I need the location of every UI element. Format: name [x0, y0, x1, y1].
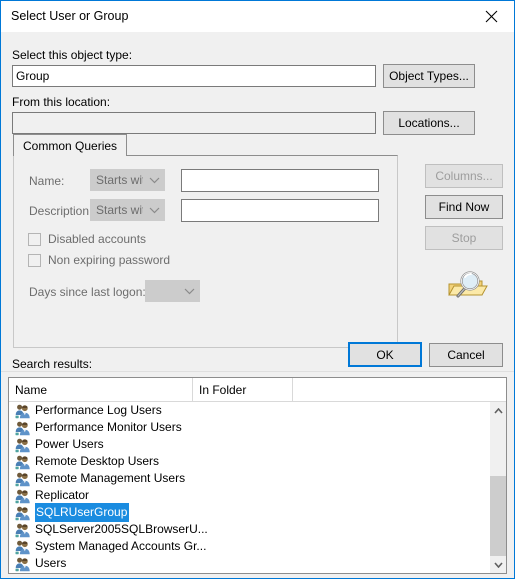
- select-user-or-group-dialog: Select User or Group Select this object …: [0, 0, 515, 579]
- table-row[interactable]: Performance Monitor Users: [9, 419, 461, 436]
- search-results-label: Search results:: [12, 357, 93, 371]
- group-users-icon: [15, 556, 31, 572]
- chevron-down-icon: [178, 288, 200, 295]
- list-rows: Performance Log Users Performance Monitor…: [9, 402, 461, 573]
- column-header-filler: [293, 378, 461, 401]
- days-since-logon-combo[interactable]: [145, 280, 200, 302]
- description-condition-value: Starts with: [96, 203, 143, 217]
- group-users-icon: [15, 471, 31, 487]
- table-row[interactable]: SQLServer2005SQLBrowserU...: [9, 521, 461, 538]
- tab-common-queries-label: Common Queries: [23, 138, 118, 153]
- chevron-up-icon[interactable]: [490, 402, 506, 419]
- group-users-icon: [15, 488, 31, 504]
- name-condition-value: Starts with: [96, 173, 143, 187]
- magnifier-folder-glyph: [448, 271, 488, 298]
- row-name: Remote Desktop Users: [35, 454, 160, 468]
- table-row[interactable]: Replicator: [9, 487, 461, 504]
- chevron-up-glyph: [494, 407, 503, 414]
- table-row[interactable]: Remote Desktop Users: [9, 453, 461, 470]
- chevron-down-icon: [143, 207, 165, 214]
- days-since-logon-label: Days since last logon:: [29, 285, 146, 299]
- chevron-down-glyph: [149, 177, 159, 183]
- group-users-icon: [15, 522, 31, 538]
- columns-button[interactable]: Columns...: [425, 164, 503, 188]
- find-now-button[interactable]: Find Now: [425, 195, 503, 219]
- tab-seam: [14, 155, 113, 156]
- group-users-icon: [15, 505, 31, 521]
- object-types-button[interactable]: Object Types...: [383, 64, 475, 88]
- name-label: Name:: [29, 174, 65, 188]
- checkbox-box: [28, 253, 41, 267]
- ok-button[interactable]: OK: [348, 342, 422, 367]
- locations-button[interactable]: Locations...: [383, 111, 475, 135]
- cancel-button[interactable]: Cancel: [429, 343, 503, 367]
- row-name: System Managed Accounts Gr...: [35, 539, 207, 553]
- magnifier-folder-icon: [444, 268, 488, 306]
- table-row[interactable]: SQLRUserGroup: [9, 503, 461, 522]
- table-row[interactable]: Remote Management Users: [9, 470, 461, 487]
- row-name: Remote Management Users: [35, 471, 186, 485]
- stop-button[interactable]: Stop: [425, 226, 503, 250]
- column-header-in-folder[interactable]: In Folder: [193, 378, 293, 401]
- row-name: Users: [35, 556, 67, 570]
- vertical-scrollbar[interactable]: [489, 402, 506, 573]
- object-type-field[interactable]: Group: [12, 65, 376, 87]
- table-row[interactable]: Users: [9, 555, 461, 572]
- close-icon[interactable]: [469, 1, 514, 31]
- checkbox-box: [28, 232, 41, 246]
- description-label: Description:: [29, 204, 93, 218]
- tab-strip: Common Queries: [13, 134, 398, 156]
- column-header-name[interactable]: Name: [9, 378, 193, 401]
- chevron-down-icon[interactable]: [490, 556, 506, 573]
- chevron-down-icon: [143, 177, 165, 184]
- object-type-label: Select this object type:: [12, 48, 133, 62]
- row-name: Power Users: [35, 437, 104, 451]
- chevron-down-glyph: [494, 561, 503, 568]
- name-value-input[interactable]: [181, 169, 379, 192]
- disabled-accounts-checkbox[interactable]: Disabled accounts: [28, 232, 146, 246]
- separator: [1, 371, 514, 372]
- group-users-icon: [15, 437, 31, 453]
- scrollbar-thumb[interactable]: [490, 476, 506, 556]
- close-glyph: [485, 10, 498, 22]
- row-name: Performance Log Users: [35, 403, 162, 417]
- row-name: Performance Monitor Users: [35, 420, 182, 434]
- dialog-body: Select this object type: Group Object Ty…: [1, 32, 514, 578]
- list-column-header: Name In Folder: [9, 378, 506, 402]
- group-users-icon: [15, 539, 31, 555]
- description-condition-combo[interactable]: Starts with: [90, 199, 165, 221]
- chevron-down-glyph: [149, 207, 159, 213]
- group-users-icon: [15, 454, 31, 470]
- window-title: Select User or Group: [11, 9, 129, 23]
- row-name: Replicator: [35, 488, 90, 502]
- location-field[interactable]: [12, 112, 376, 134]
- table-row[interactable]: Power Users: [9, 436, 461, 453]
- location-label: From this location:: [12, 95, 111, 109]
- non-expiring-password-label: Non expiring password: [48, 253, 171, 267]
- group-users-icon: [15, 420, 31, 436]
- description-value-input[interactable]: [181, 199, 379, 222]
- tab-common-queries[interactable]: Common Queries: [13, 134, 128, 156]
- chevron-down-glyph: [184, 288, 194, 294]
- row-name: SQLRUserGroup: [35, 503, 130, 522]
- table-row[interactable]: System Managed Accounts Gr...: [9, 538, 461, 555]
- non-expiring-password-checkbox[interactable]: Non expiring password: [28, 253, 170, 267]
- row-name: SQLServer2005SQLBrowserU...: [35, 522, 208, 536]
- group-users-icon: [15, 403, 31, 419]
- title-bar: Select User or Group: [1, 1, 514, 32]
- table-row[interactable]: Performance Log Users: [9, 402, 461, 419]
- disabled-accounts-label: Disabled accounts: [48, 232, 147, 246]
- name-condition-combo[interactable]: Starts with: [90, 169, 165, 191]
- search-results-list[interactable]: Name In Folder Performance Log Users Perf…: [8, 377, 507, 574]
